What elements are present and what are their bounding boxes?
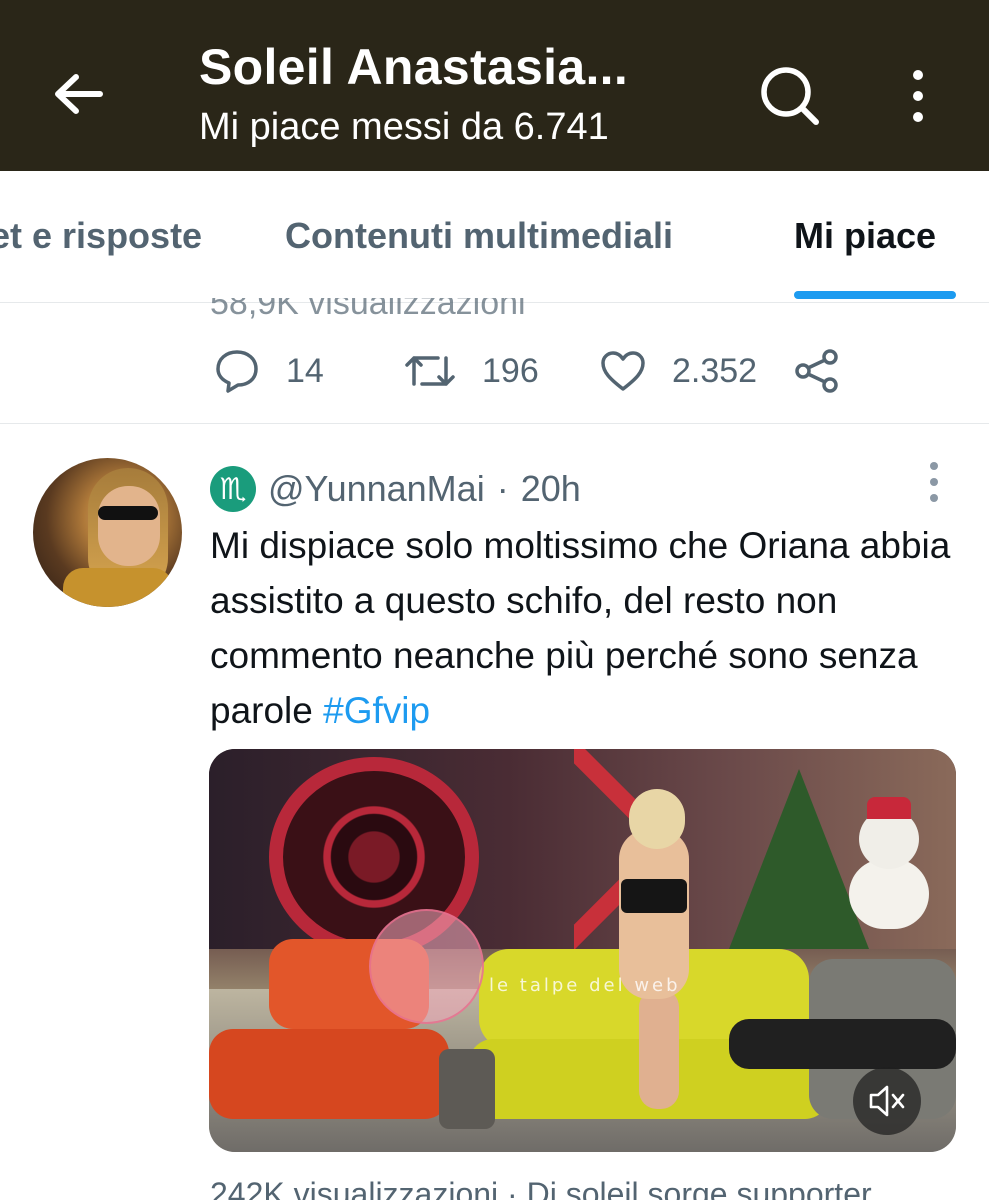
tweet-text: Mi dispiace solo moltissimo che Oriana a… [210, 518, 970, 738]
search-icon [761, 67, 819, 125]
top-app-bar: Soleil Anastasia... Mi piace messi da 6.… [0, 0, 989, 171]
retweet-count: 196 [482, 351, 539, 390]
next-tweet-partial: 242K visualizzazioni · Di soleil sorge s… [210, 1176, 872, 1200]
tab-likes[interactable]: Mi piace [794, 215, 936, 257]
search-button[interactable] [758, 64, 822, 128]
like-count: 2.352 [672, 351, 758, 390]
volume-muted-icon [869, 1085, 905, 1117]
tweet-header: ♏ @YunnanMai · 20h [210, 465, 581, 513]
tweet-divider [0, 423, 989, 424]
tab-media[interactable]: Contenuti multimediali [285, 215, 673, 257]
likes-count-subtitle: Mi piace messi da 6.741 [199, 106, 609, 148]
more-vertical-icon [913, 70, 923, 80]
more-options-button[interactable] [898, 64, 938, 128]
tweet-video[interactable]: le talpe del web [209, 749, 956, 1152]
more-vertical-icon [930, 462, 938, 470]
tweet-actions-row: 14 196 2.352 [0, 336, 989, 406]
heart-icon [601, 351, 645, 391]
avatar[interactable] [33, 458, 182, 607]
reply-icon [216, 350, 258, 393]
zodiac-badge-icon: ♏ [210, 466, 256, 512]
profile-name-title: Soleil Anastasia... [199, 39, 629, 95]
mute-button[interactable] [853, 1067, 921, 1135]
tab-tweets-and-replies[interactable]: et e risposte [0, 215, 202, 257]
user-handle[interactable]: @YunnanMai [268, 468, 485, 510]
reply-count: 14 [286, 351, 324, 390]
watermark-logo [369, 909, 484, 1024]
profile-tabs: et e risposte Contenuti multimediali Mi … [0, 171, 989, 303]
arrow-left-icon [55, 74, 103, 114]
back-button[interactable] [50, 70, 106, 118]
tweet-timestamp[interactable]: 20h [521, 468, 581, 510]
tweet-more-button[interactable] [925, 462, 943, 502]
watermark-text: le talpe del web [489, 975, 681, 996]
hashtag-link[interactable]: #Gfvip [323, 690, 430, 731]
share-icon [795, 349, 838, 393]
retweet-icon [405, 356, 455, 386]
meta-separator: · [496, 468, 509, 509]
tweet-body: Mi dispiace solo moltissimo che Oriana a… [210, 525, 951, 731]
dancing-person [619, 829, 689, 999]
reply-button[interactable]: 14 [214, 346, 324, 396]
christmas-tree [729, 769, 869, 949]
like-button[interactable]: 2.352 [600, 346, 757, 396]
active-tab-indicator [794, 291, 956, 299]
retweet-button[interactable]: 196 [404, 346, 539, 396]
orange-sofa [209, 1029, 449, 1119]
share-button[interactable] [794, 346, 840, 396]
